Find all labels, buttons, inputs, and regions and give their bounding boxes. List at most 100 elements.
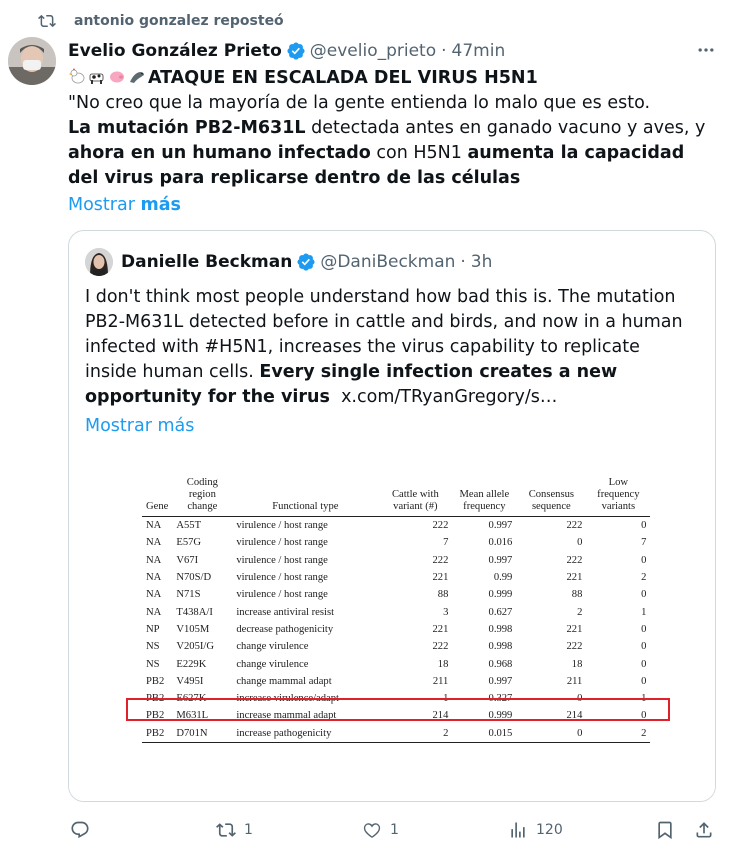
table-cell: 0.627 [488,606,513,618]
quote-avatar[interactable] [85,248,113,276]
quoted-tweet[interactable]: Danielle Beckman @DaniBeckman · 3h I don… [68,230,716,802]
show-more-bold: más [140,195,181,215]
table-cell: T438A/I [176,606,213,618]
table-cell: 2 [586,724,651,743]
chicken-emoji [69,68,85,84]
table-cell: virulence / host range [236,554,328,566]
table-row: NA E57G virulence / host range 7 0.016 0 7 [142,534,650,551]
author-name[interactable]: Evelio González Prieto [68,41,282,61]
table-cell: 0.016 [488,537,513,549]
share-icon [696,822,712,838]
table-cell: 222 [566,554,583,566]
quote-author-name[interactable]: Danielle Beckman [121,252,292,272]
text-bold-3: ahora en un humano infectado [68,143,371,163]
table-cell: N71S [176,589,201,601]
table-cell: 88 [437,589,449,601]
timestamp[interactable]: 47min [452,41,506,61]
table-cell: 88 [571,589,583,601]
table-cell: change virulence [236,658,309,670]
quote-timestamp[interactable]: 3h [471,252,493,272]
more-options-icon[interactable] [696,40,716,60]
table-row: NA T438A/I increase antiviral resist 3 0.627… [142,603,650,620]
views-button[interactable]: 120 [508,812,563,848]
bookmark-button[interactable] [655,812,675,848]
highlighted-row-box [126,698,670,721]
quote-author-handle[interactable]: @DaniBeckman [320,252,455,272]
show-more-link[interactable]: Mostrar más [68,193,718,218]
table-cell: N70S/D [176,572,212,584]
col-header: Coding region change [172,477,233,517]
table-cell: NA [146,606,162,618]
table-cell: A55T [176,520,202,532]
author-handle[interactable]: @evelio_prieto [310,41,436,61]
post-paragraph: La mutación PB2-M631L detectada antes en… [68,116,718,191]
table-cell: V205I/G [176,641,215,653]
avatar-image [8,37,56,85]
like-button[interactable]: 1 [362,812,399,848]
avatar[interactable] [8,37,56,85]
table-cell: NA [146,520,162,532]
verified-badge-icon[interactable] [286,41,306,61]
pig-emoji [110,71,124,83]
repost-count: 1 [244,822,253,838]
table-cell: NA [146,537,162,549]
show-more-text: Mostrar [68,195,135,215]
table-cell: PB2 [146,675,165,687]
text-2: detectada antes en ganado vacuno y aves,… [305,118,706,138]
post-line1: "No creo que la mayoría de la gente enti… [68,93,651,113]
col-header: Mean allele frequency [452,477,517,517]
table-cell: 0 [641,641,647,653]
post-headline-text: ATAQUE EN ESCALADA DEL VIRUS H5N1 [148,68,538,88]
quote-show-more[interactable]: Mostrar más [85,416,194,436]
table-cell: V105M [176,623,210,635]
table-cell: 211 [432,675,449,687]
table-cell: 0.997 [488,520,513,532]
repost-button[interactable]: 1 [216,812,253,848]
cow-emoji [89,73,104,84]
table-cell: V67I [176,554,199,566]
table-cell: 0.015 [452,724,517,743]
table-cell: 0 [641,658,647,670]
table-cell: 2 [577,606,583,618]
table-cell: 18 [437,658,449,670]
table-row: NA A55T virulence / host range 222 0.997 222 0 [142,517,650,535]
table-cell: 0.997 [488,675,513,687]
table-cell: 0.968 [488,658,513,670]
quote-verified-badge-icon[interactable] [296,252,316,272]
col-header: Gene [142,477,173,517]
quote-image-table[interactable]: Gene Coding region change Functional typ… [69,449,715,801]
action-bar: 1 1 120 [0,812,738,848]
table-cell: increase pathogenicity [232,724,379,743]
table-cell: V495I [176,675,204,687]
quote-body: I don't think most people understand how… [85,285,697,439]
repost-text: antonio gonzalez reposteó [74,13,284,29]
heart-icon [363,823,381,838]
repost-icon [38,14,56,28]
table-cell: 221 [432,623,449,635]
table-cell: increase antiviral resist [236,606,335,618]
share-button[interactable] [694,812,714,848]
repost-indicator[interactable]: antonio gonzalez reposteó [38,10,284,32]
table-cell: 0.99 [493,572,513,584]
table-cell: virulence / host range [236,589,328,601]
col-header: Consensus sequence [516,477,587,517]
table-row: NA V67I virulence / host range 222 0.997 222 0 [142,552,650,569]
table-cell: 7 [641,537,647,549]
table-cell: 222 [566,641,583,653]
table-cell: NP [146,623,160,635]
table-cell: NA [146,589,162,601]
table-cell: E229K [176,658,207,670]
table-row: NA N71S virulence / host range 88 0.999 88 0 [142,586,650,603]
table-cell: 7 [443,537,449,549]
table-cell: D701N [172,724,233,743]
table-cell: 221 [432,572,449,584]
table-cell: 221 [566,623,583,635]
table-header-row: Gene Coding region change Functional typ… [142,477,651,517]
quote-link[interactable]: x.com/TRyanGregory/s… [341,387,557,407]
seal-emoji [130,72,144,83]
table-cell: 18 [571,658,583,670]
col-header: Functional type [232,477,379,517]
table-cell: 0.998 [488,623,513,635]
reply-button[interactable] [70,812,98,848]
table-cell: 0 [641,589,647,601]
